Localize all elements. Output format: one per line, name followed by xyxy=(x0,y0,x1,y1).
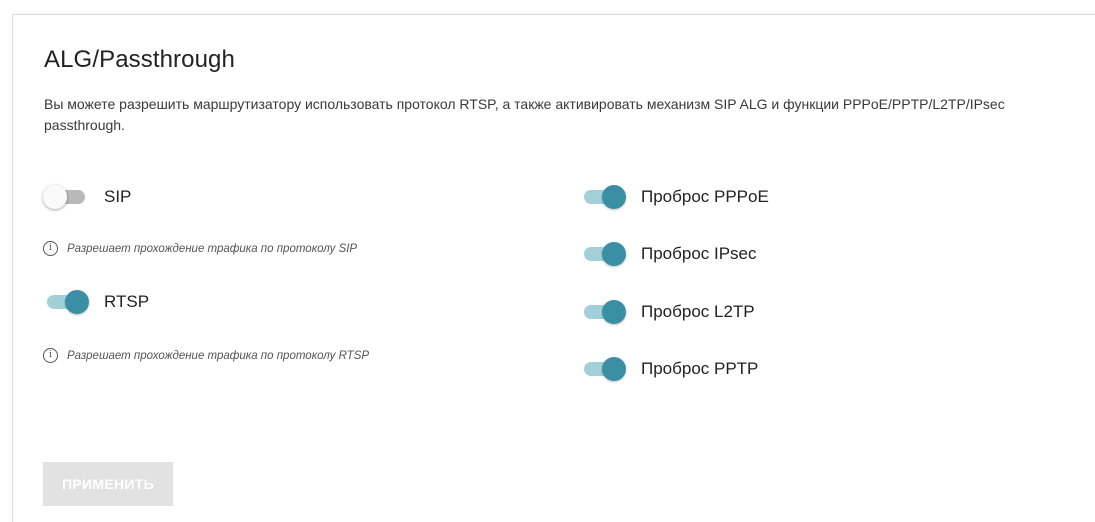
pppoe-row: Проброс PPPoE xyxy=(580,182,769,212)
section-title: ALG/Passthrough xyxy=(44,46,235,73)
l2tp-toggle[interactable] xyxy=(580,297,626,327)
rtsp-hint-text: Разрешает прохождение трафика по протоко… xyxy=(67,349,370,362)
rtsp-hint: i Разрешает прохождение трафика по прото… xyxy=(43,348,369,363)
sip-toggle[interactable] xyxy=(43,182,89,212)
toggle-knob xyxy=(602,242,626,266)
rtsp-toggle[interactable] xyxy=(43,287,89,317)
sip-hint: i Разрешает прохождение трафика по прото… xyxy=(43,241,357,256)
sip-hint-text: Разрешает прохождение трафика по протоко… xyxy=(67,242,358,255)
apply-button[interactable]: ПРИМЕНИТЬ xyxy=(43,462,173,506)
pptp-label: Проброс PPTP xyxy=(641,359,759,378)
sip-row: SIP xyxy=(43,182,131,212)
toggle-knob xyxy=(65,290,89,314)
ipsec-label: Проброс IPsec xyxy=(641,244,757,263)
toggle-knob xyxy=(602,357,626,381)
pptp-row: Проброс PPTP xyxy=(580,354,758,384)
sip-label: SIP xyxy=(104,187,132,206)
pppoe-toggle[interactable] xyxy=(580,182,626,212)
toggle-knob xyxy=(602,185,626,209)
ipsec-toggle[interactable] xyxy=(580,239,626,269)
rtsp-label: RTSP xyxy=(104,292,150,311)
l2tp-row: Проброс L2TP xyxy=(580,297,755,327)
toggle-knob xyxy=(43,185,67,209)
rtsp-row: RTSP xyxy=(43,287,149,317)
info-icon: i xyxy=(43,241,58,256)
alg-passthrough-panel: ALG/Passthrough Вы можете разрешить марш… xyxy=(12,14,1095,522)
toggle-knob xyxy=(602,300,626,324)
pptp-toggle[interactable] xyxy=(580,354,626,384)
l2tp-label: Проброс L2TP xyxy=(641,302,755,321)
ipsec-row: Проброс IPsec xyxy=(580,239,757,269)
pppoe-label: Проброс PPPoE xyxy=(641,187,769,206)
info-icon: i xyxy=(43,348,58,363)
section-description: Вы можете разрешить маршрутизатору испол… xyxy=(44,96,1005,133)
